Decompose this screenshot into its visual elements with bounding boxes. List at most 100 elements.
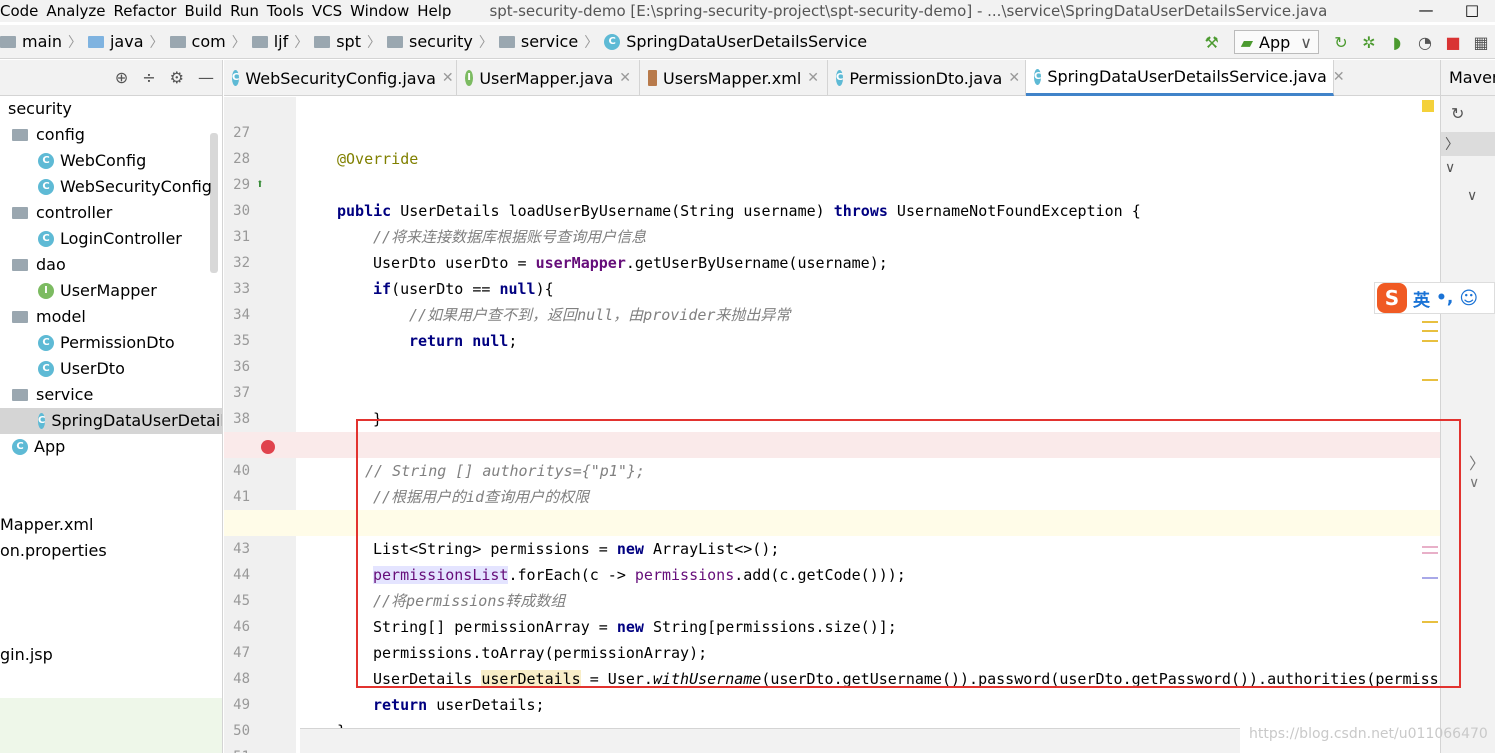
tree-item-service[interactable]: service <box>12 382 93 408</box>
profiler-icon[interactable]: ◔ <box>1411 33 1439 52</box>
coverage-icon[interactable]: ◗ <box>1383 33 1411 52</box>
code-editor[interactable]: 27 @Override 28 ⬆ public UserDetails loa… <box>224 97 1440 753</box>
collapse-all-icon[interactable]: ÷ <box>142 68 155 87</box>
run-configuration-select[interactable]: ▰ App ∨ <box>1233 30 1319 54</box>
breadcrumb-ljf[interactable]: ljf <box>274 32 289 51</box>
tree-item-permissiondto[interactable]: C PermissionDto <box>38 330 175 356</box>
tree-item-app[interactable]: C App <box>12 434 65 460</box>
code-line: 50 } <box>224 692 1440 753</box>
code-area[interactable]: 27 @Override 28 ⬆ public UserDetails loa… <box>224 97 1440 753</box>
tree-item-controller[interactable]: controller <box>12 200 112 226</box>
breadcrumb-class[interactable]: SpringDataUserDetailsService <box>626 32 867 51</box>
error-stripe-mark[interactable] <box>1422 379 1438 381</box>
menu-run[interactable]: Run <box>230 2 267 20</box>
tree-item-model[interactable]: model <box>12 304 86 330</box>
error-stripe-mark[interactable] <box>1422 340 1438 342</box>
menu-refactor[interactable]: Refactor <box>114 2 185 20</box>
maven-panel-title[interactable]: Maven <box>1441 60 1495 96</box>
menu-build[interactable]: Build <box>184 2 230 20</box>
tree-item-userdto[interactable]: C UserDto <box>38 356 125 382</box>
breakpoint-icon[interactable] <box>261 440 275 454</box>
chevron-right-icon[interactable]: 〉 <box>1469 450 1485 474</box>
debug-icon[interactable]: ✲ <box>1355 33 1383 52</box>
tree-item-webconfig[interactable]: C WebConfig <box>38 148 146 174</box>
close-icon[interactable]: ✕ <box>807 70 819 86</box>
ime-toolbar[interactable]: S 英 •, ☺ <box>1374 282 1495 314</box>
breadcrumb-service[interactable]: service <box>521 32 578 51</box>
tree-item-logincontroller[interactable]: C LoginController <box>38 226 182 252</box>
error-stripe-mark[interactable] <box>1422 577 1438 579</box>
code-line: 38 //权限 <box>224 380 1440 454</box>
menu-code[interactable]: Code <box>0 2 46 20</box>
code-line-current: 43 permissionsList.forEach(c -> permissi… <box>224 510 1440 584</box>
hide-icon[interactable]: — <box>198 68 214 87</box>
chevron-down-icon[interactable]: ∨ <box>1469 475 1479 491</box>
locate-icon[interactable]: ⊕ <box>115 68 128 87</box>
tree-item-usermapper[interactable]: I UserMapper <box>38 278 157 304</box>
code-line: 35 <box>224 302 1440 349</box>
tree-item-config[interactable]: config <box>12 122 85 148</box>
tab-label: PermissionDto.java <box>849 68 1003 88</box>
tree-item-websecurityconfig[interactable]: C WebSecurityConfig <box>38 174 212 200</box>
class-icon: C <box>232 70 240 86</box>
tree-item-springdatauserdetails[interactable]: C SpringDataUserDetails <box>0 408 222 434</box>
tree-item-label: UserDto <box>60 359 125 378</box>
tree-item-login-jsp[interactable]: gin.jsp <box>0 642 53 668</box>
close-icon[interactable]: ✕ <box>1008 70 1020 86</box>
tab-usermapper[interactable]: I UserMapper.java ✕ <box>457 60 640 96</box>
stop-icon[interactable]: ■ <box>1439 33 1467 52</box>
tab-permissiondto[interactable]: C PermissionDto.java ✕ <box>828 60 1026 96</box>
project-structure-icon[interactable]: ▦ <box>1467 33 1495 52</box>
refresh-icon[interactable]: ↻ <box>1451 104 1464 123</box>
build-hammer-icon[interactable]: ⚒ <box>1198 33 1226 52</box>
menu-analyze[interactable]: Analyze <box>46 2 113 20</box>
error-stripe-mark[interactable] <box>1422 321 1438 323</box>
menu-window[interactable]: Window <box>350 2 417 20</box>
gear-icon[interactable]: ⚙ <box>170 68 184 87</box>
breadcrumb-main[interactable]: main <box>22 32 62 51</box>
tree-item-dao[interactable]: dao <box>12 252 66 278</box>
menu-help[interactable]: Help <box>417 2 459 20</box>
package-icon <box>314 35 331 48</box>
close-icon[interactable]: ✕ <box>619 70 631 86</box>
maximize-button[interactable]: □ <box>1449 0 1495 22</box>
package-icon <box>12 389 28 401</box>
breadcrumb-spt[interactable]: spt <box>336 32 361 51</box>
error-stripe-mark[interactable] <box>1422 546 1438 548</box>
breadcrumb-com[interactable]: com <box>192 32 226 51</box>
menu-tools[interactable]: Tools <box>267 2 312 20</box>
code-line: 39 // String [] authoritys={"p1"}; <box>224 406 1440 480</box>
package-icon <box>251 35 268 48</box>
tab-label: UsersMapper.xml <box>663 68 802 88</box>
class-icon: C <box>38 231 54 247</box>
chevron-right-icon: 〉 <box>584 34 599 51</box>
class-icon: C <box>12 439 28 455</box>
error-stripe-mark[interactable] <box>1422 552 1438 554</box>
tab-springdatauserdetailsservice[interactable]: C SpringDataUserDetailsService.java ✕ <box>1026 60 1345 96</box>
tab-usersmapper-xml[interactable]: UsersMapper.xml ✕ <box>640 60 828 96</box>
warning-marker[interactable] <box>1422 100 1434 112</box>
minimize-button[interactable]: — <box>1403 0 1449 22</box>
error-stripe-mark[interactable] <box>1422 621 1438 623</box>
close-icon[interactable]: ✕ <box>1333 69 1345 85</box>
project-scrollbar[interactable] <box>210 133 218 273</box>
tree-item-security[interactable]: security <box>8 96 72 122</box>
chevron-right-icon: 〉 <box>149 34 164 51</box>
panel-footer-highlight <box>0 698 222 753</box>
window-controls: — □ <box>1403 0 1495 22</box>
breadcrumb-security[interactable]: security <box>409 32 473 51</box>
tree-item-properties[interactable]: on.properties <box>0 538 107 564</box>
tree-item-mapper-xml[interactable]: Mapper.xml <box>0 512 93 538</box>
tab-websecurityconfig[interactable]: C WebSecurityConfig.java ✕ <box>224 60 457 96</box>
menu-vcs[interactable]: VCS <box>312 2 350 20</box>
rerun-icon[interactable]: ↻ <box>1327 33 1355 52</box>
emoji-icon[interactable]: ☺ <box>1459 288 1478 309</box>
breadcrumb-java[interactable]: java <box>110 32 144 51</box>
editor-tabs: C WebSecurityConfig.java ✕ I UserMapper.jav… <box>224 60 1440 96</box>
tree-item-label: on.properties <box>0 541 107 560</box>
ime-mode-indicator[interactable]: 英 <box>1413 286 1430 311</box>
close-icon[interactable]: ✕ <box>442 70 454 86</box>
tree-item-label: PermissionDto <box>60 333 175 352</box>
ime-punctuation-toggle[interactable]: •, <box>1436 288 1453 308</box>
error-stripe-mark[interactable] <box>1422 330 1438 332</box>
